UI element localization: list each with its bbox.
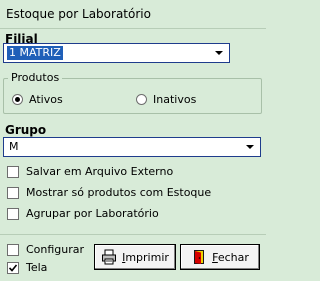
agrupar-laboratorio-box[interactable] bbox=[7, 207, 19, 220]
radio-inativos[interactable]: Inativos bbox=[136, 93, 196, 106]
radio-ativos[interactable]: Ativos bbox=[12, 93, 63, 106]
fechar-button[interactable]: Fechar bbox=[180, 244, 260, 270]
salvar-arquivo-checkbox[interactable]: Salvar em Arquivo Externo bbox=[7, 165, 173, 178]
configurar-checkbox[interactable]: Configurar bbox=[7, 243, 84, 256]
title-bar: Estoque por Laboratório bbox=[0, 0, 266, 29]
mostrar-estoque-label: Mostrar só produtos com Estoque bbox=[26, 186, 212, 199]
mostrar-estoque-checkbox[interactable]: Mostrar só produtos com Estoque bbox=[7, 186, 211, 199]
radio-inativos-dot[interactable] bbox=[136, 94, 147, 105]
tela-box[interactable] bbox=[7, 261, 19, 274]
window-title: Estoque por Laboratório bbox=[6, 7, 151, 21]
exit-door-icon bbox=[194, 250, 205, 264]
imprimir-button[interactable]: Imprimir bbox=[94, 244, 176, 270]
radio-inativos-label: Inativos bbox=[153, 93, 197, 106]
tela-label: Tela bbox=[26, 261, 48, 274]
salvar-arquivo-label: Salvar em Arquivo Externo bbox=[26, 165, 174, 178]
radio-ativos-dot[interactable] bbox=[12, 94, 23, 105]
configurar-box[interactable] bbox=[7, 243, 19, 256]
grupo-label: Grupo bbox=[5, 123, 47, 137]
footer-separator bbox=[0, 234, 266, 235]
tela-checkbox[interactable]: Tela bbox=[7, 261, 47, 274]
report-window: Estoque por Laboratório Filial 1 MATRIZ … bbox=[0, 0, 266, 281]
radio-ativos-label: Ativos bbox=[29, 93, 63, 106]
salvar-arquivo-box[interactable] bbox=[7, 165, 19, 178]
chevron-down-icon[interactable] bbox=[212, 46, 226, 60]
mostrar-estoque-box[interactable] bbox=[7, 186, 19, 199]
produtos-legend: Produtos bbox=[8, 71, 63, 84]
printer-icon bbox=[102, 249, 117, 265]
filial-value: 1 MATRIZ bbox=[7, 46, 63, 60]
agrupar-laboratorio-checkbox[interactable]: Agrupar por Laboratório bbox=[7, 207, 159, 220]
grupo-value: M bbox=[9, 140, 19, 153]
agrupar-laboratorio-label: Agrupar por Laboratório bbox=[26, 207, 159, 220]
chevron-down-icon[interactable] bbox=[243, 140, 257, 154]
imprimir-label: Imprimir bbox=[122, 250, 169, 264]
grupo-select[interactable]: M bbox=[3, 137, 261, 157]
fechar-label: Fechar bbox=[212, 250, 249, 264]
filial-select[interactable]: 1 MATRIZ bbox=[3, 43, 230, 63]
checkmark-icon bbox=[9, 263, 17, 272]
configurar-label: Configurar bbox=[26, 243, 85, 256]
